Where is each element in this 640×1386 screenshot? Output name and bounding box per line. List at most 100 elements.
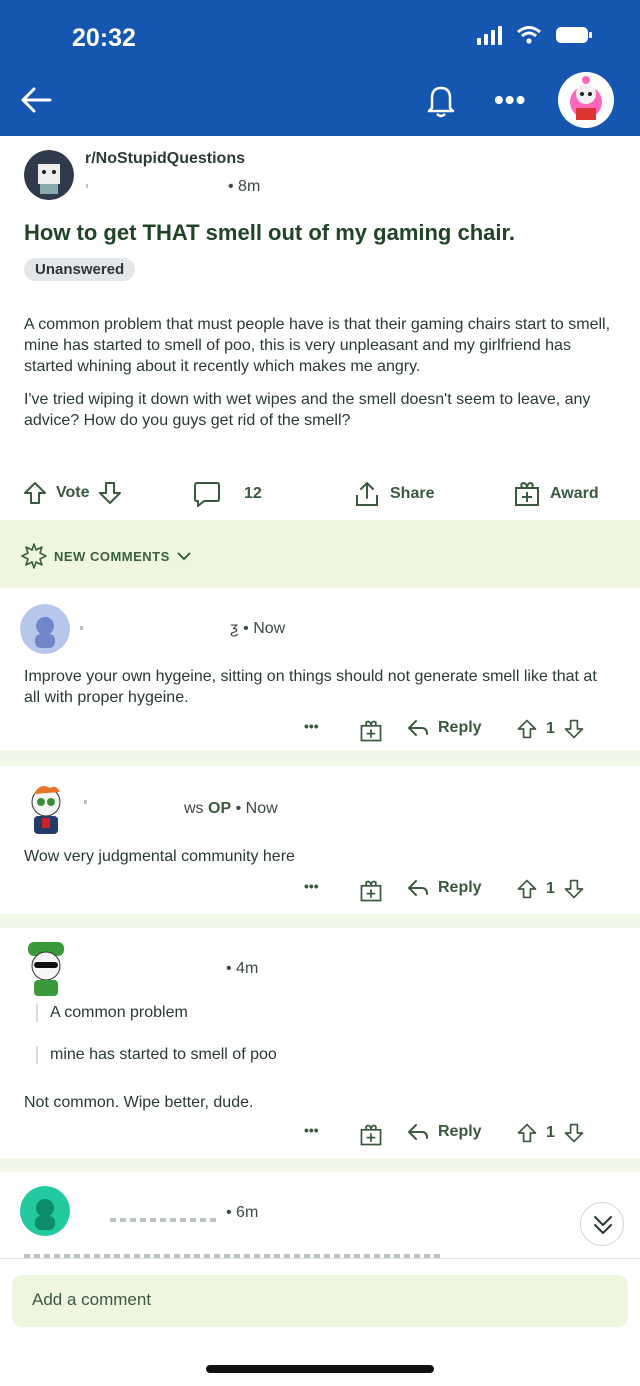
blurred-username <box>84 800 87 804</box>
user-avatar[interactable] <box>558 72 614 128</box>
new-comments-toggle[interactable]: NEW COMMENTS <box>20 542 192 570</box>
comment-vote-group: 1 <box>516 878 585 900</box>
reply-icon <box>408 1124 428 1140</box>
comment-actions: ••• Reply 1 <box>300 1120 620 1148</box>
status-icons <box>477 25 592 45</box>
comment: ƺ • Now Improve your own hygeine, sittin… <box>0 588 640 750</box>
reply-label: Reply <box>438 879 482 896</box>
share-button[interactable]: Share <box>352 480 434 508</box>
post-title: How to get THAT smell out of my gaming c… <box>24 220 515 245</box>
battery-icon <box>556 27 592 43</box>
comment-time: • Now <box>243 620 286 637</box>
home-indicator <box>206 1365 434 1373</box>
chevron-down-icon <box>177 552 191 561</box>
new-comments-label: NEW COMMENTS <box>54 548 170 564</box>
reply-button[interactable]: Reply <box>406 878 482 898</box>
reply-button[interactable]: Reply <box>406 718 482 738</box>
comment-time: • 4m <box>226 960 259 977</box>
op-badge: OP <box>208 800 232 817</box>
avatar[interactable] <box>20 604 70 654</box>
new-comments-bar[interactable]: NEW COMMENTS <box>0 520 640 586</box>
more-icon[interactable]: ••• <box>304 1122 319 1138</box>
avatar[interactable] <box>20 778 72 838</box>
comment: • 4m A common problem mine has started t… <box>0 928 640 1158</box>
comment-count: 12 <box>244 485 262 502</box>
award-icon[interactable] <box>358 878 384 904</box>
comment-vote-group: 1 <box>516 718 585 740</box>
comment: • 6m <box>0 1172 640 1262</box>
downvote-icon[interactable] <box>563 1122 585 1144</box>
post-body-paragraph: A common problem that must people have i… <box>24 316 611 375</box>
comment-vote-count: 1 <box>546 1124 555 1141</box>
award-button[interactable]: Award <box>512 480 599 508</box>
share-icon <box>356 482 378 506</box>
award-label: Award <box>550 485 599 502</box>
comment-meta: • 4m <box>226 960 258 978</box>
comment-vote-count: 1 <box>546 720 555 737</box>
post-body-paragraph: I've tried wiping it down with wet wipes… <box>24 391 591 429</box>
post-flair: Unanswered <box>24 258 136 281</box>
reply-label: Reply <box>438 1123 482 1140</box>
comment-actions: ••• Reply 1 <box>300 716 620 744</box>
downvote-icon[interactable] <box>563 718 585 740</box>
add-comment-input[interactable]: Add a comment <box>12 1275 628 1327</box>
blurred-username <box>80 626 83 630</box>
comment-author-fragment: ƺ <box>230 620 239 637</box>
subreddit-icon[interactable] <box>24 150 74 200</box>
award-icon[interactable] <box>358 1122 384 1148</box>
upvote-icon[interactable] <box>22 480 48 506</box>
avatar[interactable] <box>20 1186 70 1236</box>
post-time: • 8m <box>228 178 261 195</box>
quote-block: mine has started to smell of poo <box>36 1046 277 1064</box>
scroll-to-bottom-button[interactable] <box>580 1202 624 1246</box>
post-actions: Vote 12 Share Award <box>0 480 640 508</box>
reply-button[interactable]: Reply <box>406 1122 482 1142</box>
sparkle-icon <box>21 543 47 569</box>
comment: ws OP • Now Wow very judgmental communit… <box>0 766 640 914</box>
subreddit-name[interactable]: r/NoStupidQuestions <box>85 150 245 168</box>
comment-icon <box>194 482 220 507</box>
wifi-icon <box>517 26 541 44</box>
comment-time: • Now <box>235 800 278 817</box>
reply-icon <box>408 880 428 896</box>
more-icon[interactable]: ••• <box>304 878 319 894</box>
back-arrow-icon[interactable] <box>16 80 56 120</box>
reply-label: Reply <box>438 719 482 736</box>
comment-body: Not common. Wipe better, dude. <box>24 1094 254 1111</box>
comment-actions: ••• Reply 1 <box>300 876 620 904</box>
reply-icon <box>408 720 428 736</box>
app-header: 20:32 ••• <box>0 0 640 136</box>
comment-composer: Add a comment <box>0 1258 640 1386</box>
comment-time: • 6m <box>226 1204 259 1221</box>
quote-block: A common problem <box>36 1004 188 1022</box>
blurred-username <box>110 1218 220 1222</box>
avatar[interactable] <box>20 938 72 1000</box>
award-icon <box>515 481 539 506</box>
signal-icon <box>477 25 502 45</box>
downvote-icon[interactable] <box>563 878 585 900</box>
bell-icon[interactable] <box>424 80 458 120</box>
upvote-icon[interactable] <box>516 718 538 740</box>
comment-body: Improve your own hygeine, sitting on thi… <box>24 668 597 706</box>
comment-meta: ws OP • Now <box>184 800 278 818</box>
vote-group: Vote <box>22 480 123 506</box>
comment-vote-group: 1 <box>516 1122 585 1144</box>
more-icon[interactable]: ••• <box>304 718 319 734</box>
comment-body: Wow very judgmental community here <box>24 848 295 865</box>
share-label: Share <box>390 485 435 502</box>
comment-author-fragment: ws <box>184 800 204 817</box>
comment-vote-count: 1 <box>546 880 555 897</box>
post-card: r/NoStupidQuestions • 8m How to get THAT… <box>0 136 640 520</box>
blurred-username <box>86 184 88 188</box>
more-icon[interactable]: ••• <box>494 84 526 116</box>
status-time: 20:32 <box>72 24 136 52</box>
downvote-icon[interactable] <box>97 480 123 506</box>
comment-meta: • 6m <box>226 1204 258 1222</box>
upvote-icon[interactable] <box>516 878 538 900</box>
chevron-double-down-icon <box>594 1216 612 1234</box>
vote-label: Vote <box>56 484 90 501</box>
comments-button[interactable]: 12 <box>192 480 262 508</box>
post-body: A common problem that must people have i… <box>24 314 624 431</box>
upvote-icon[interactable] <box>516 1122 538 1144</box>
award-icon[interactable] <box>358 718 384 744</box>
